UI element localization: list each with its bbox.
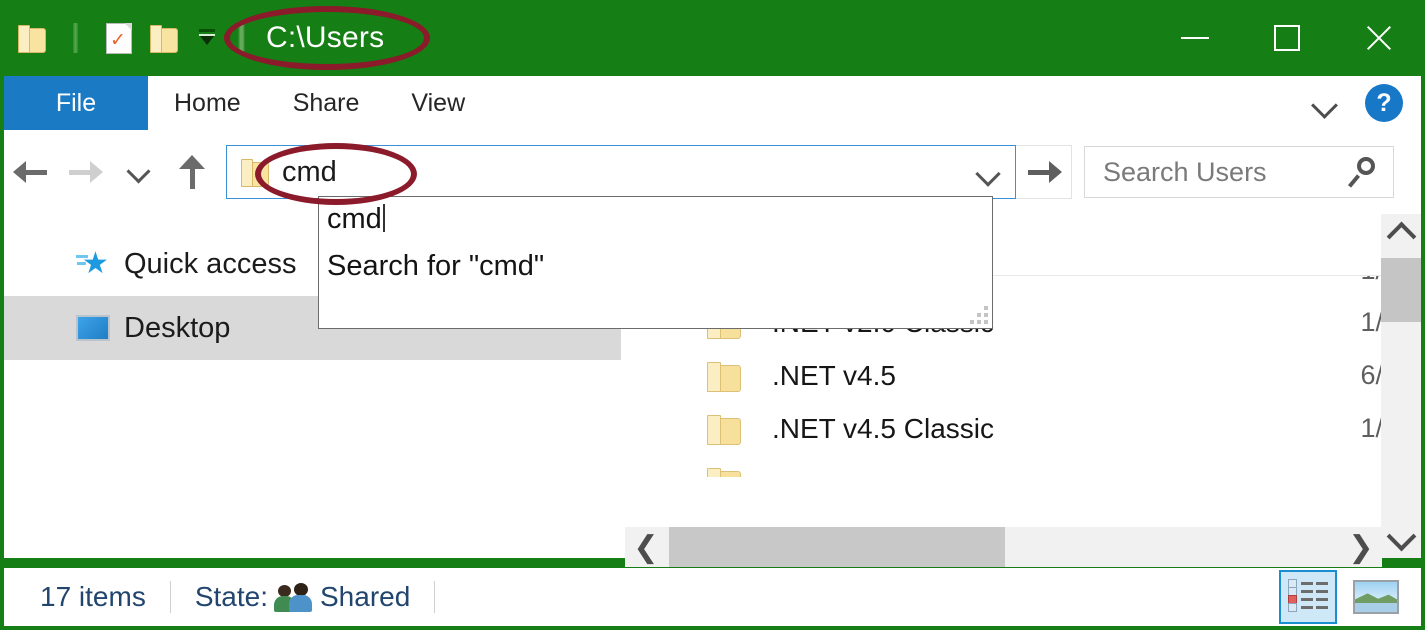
status-state-label: State: — [194, 581, 268, 612]
file-name: .NET v4.5 Classic — [772, 412, 994, 444]
horizontal-scrollbar-thumb[interactable] — [669, 527, 1005, 567]
autocomplete-item-label: Search for "cmd" — [327, 250, 545, 282]
details-view-button[interactable] — [1279, 570, 1337, 624]
folder-icon — [707, 414, 741, 445]
quick-access-toolbar: ✓ — [0, 18, 248, 58]
search-box[interactable]: Search Users — [1084, 146, 1394, 198]
details-view-icon — [1287, 577, 1329, 617]
vertical-scrollbar-thumb[interactable] — [1381, 258, 1421, 322]
folder-icon — [707, 467, 741, 477]
search-icon[interactable] — [1347, 156, 1379, 188]
expand-ribbon-chevron-down-icon[interactable] — [1309, 86, 1343, 120]
large-icons-view-button[interactable] — [1347, 570, 1405, 624]
tab-home[interactable]: Home — [148, 76, 267, 130]
address-folder-icon — [241, 158, 269, 187]
large-icons-view-icon — [1353, 580, 1399, 614]
back-button[interactable] — [4, 145, 58, 199]
go-button[interactable] — [1016, 145, 1072, 199]
tab-view[interactable]: View — [385, 76, 491, 130]
chevron-up-icon[interactable] — [1381, 214, 1421, 258]
title-separator — [234, 18, 248, 58]
sidebar-item-label: Quick access — [124, 247, 297, 280]
folder-icon — [707, 361, 741, 392]
title-bar: ✓ C:\Users — [0, 0, 1425, 76]
table-row[interactable]: .NET v4.5 Classic 1/06 — [621, 402, 1421, 455]
up-button[interactable] — [166, 145, 220, 199]
table-row[interactable] — [621, 455, 1421, 477]
chevron-down-icon — [125, 161, 153, 183]
chevron-left-icon[interactable]: ❮ — [625, 527, 667, 567]
table-row[interactable]: .NET v4.5 6/06 — [621, 349, 1421, 402]
address-autocomplete-dropdown[interactable]: cmd Search for "cmd" — [318, 196, 993, 329]
help-button[interactable]: ? — [1365, 84, 1403, 122]
recent-locations-button[interactable] — [112, 145, 166, 199]
ribbon-right-controls: ? — [1309, 76, 1421, 130]
tab-share[interactable]: Share — [267, 76, 386, 130]
vertical-scrollbar[interactable] — [1381, 214, 1421, 558]
address-bar[interactable]: cmd — [226, 145, 1016, 199]
star-icon: ★ — [76, 247, 112, 281]
status-divider — [434, 581, 436, 613]
forward-button[interactable] — [58, 145, 112, 199]
address-input[interactable]: cmd — [282, 156, 337, 189]
status-bar: 17 items State: Shared — [4, 568, 1421, 626]
item-count: 17 items — [40, 581, 146, 612]
tab-file[interactable]: File — [4, 76, 148, 130]
people-icon — [274, 583, 314, 612]
arrow-left-icon — [13, 158, 49, 186]
horizontal-scrollbar[interactable]: ❮ ❯ — [625, 527, 1382, 567]
arrow-up-icon — [178, 155, 208, 189]
ribbon-tab-bar: File Home Share View ? — [4, 76, 1421, 130]
file-explorer-window: ✓ C:\Users File Home Share View ? cmd Se… — [0, 0, 1425, 630]
status-divider — [169, 581, 171, 613]
window-title: C:\Users — [266, 21, 385, 54]
chevron-right-icon[interactable]: ❯ — [1340, 527, 1382, 567]
autocomplete-item-cmd[interactable]: cmd — [319, 203, 992, 236]
arrow-right-icon — [1026, 158, 1062, 186]
sidebar-item-label: Desktop — [124, 311, 231, 344]
file-name: .NET v4.5 — [772, 359, 896, 391]
customize-qat-icon[interactable] — [190, 18, 224, 58]
maximize-button[interactable] — [1241, 0, 1333, 76]
resize-grip-icon[interactable] — [962, 298, 988, 324]
monitor-icon — [76, 315, 110, 341]
view-buttons — [1279, 570, 1421, 624]
properties-icon[interactable]: ✓ — [102, 18, 136, 58]
minimize-button[interactable] — [1149, 0, 1241, 76]
status-state-value: Shared — [320, 581, 411, 612]
qat-separator — [58, 18, 92, 58]
close-button[interactable] — [1333, 0, 1425, 76]
autocomplete-item-label: cmd — [327, 203, 382, 235]
text-cursor — [382, 204, 385, 232]
explorer-folder-icon[interactable] — [14, 18, 48, 58]
status-state: State: Shared — [195, 581, 410, 613]
window-controls — [1149, 0, 1425, 76]
chevron-down-icon[interactable] — [1381, 514, 1421, 558]
autocomplete-item-search-for[interactable]: Search for "cmd" — [319, 250, 992, 283]
new-folder-icon[interactable] — [146, 18, 180, 58]
search-input[interactable]: Search Users — [1103, 157, 1267, 188]
address-chevron-down-icon[interactable] — [975, 160, 1001, 186]
arrow-right-icon — [67, 158, 103, 186]
